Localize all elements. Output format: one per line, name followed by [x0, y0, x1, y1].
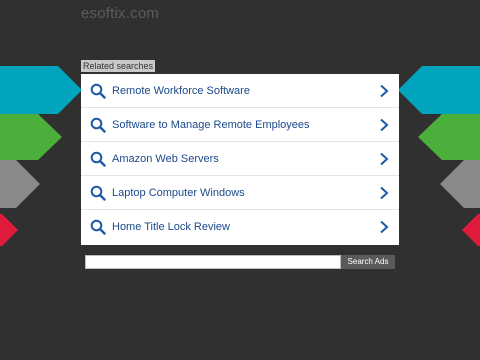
chevron-decoration-left-green — [0, 114, 62, 160]
chevron-decoration-left-gray — [0, 160, 40, 208]
chevron-right-icon — [380, 152, 389, 166]
search-icon — [90, 117, 106, 133]
related-searches-label: Related searches — [81, 60, 156, 72]
related-search-item[interactable]: Remote Workforce Software — [81, 74, 399, 108]
search-icon — [90, 185, 106, 201]
related-search-label: Software to Manage Remote Employees — [112, 119, 310, 131]
related-search-label: Laptop Computer Windows — [112, 187, 245, 199]
search-icon — [90, 83, 106, 99]
chevron-right-icon — [380, 84, 389, 98]
related-search-label: Remote Workforce Software — [112, 85, 250, 97]
chevron-right-icon — [380, 186, 389, 200]
search-input[interactable] — [85, 255, 341, 269]
site-logo: esoftix.com — [81, 5, 160, 22]
search-icon — [90, 219, 106, 235]
search-icon — [90, 151, 106, 167]
related-search-item[interactable]: Amazon Web Servers — [81, 142, 399, 176]
chevron-decoration-right-gray — [440, 160, 480, 208]
chevron-decoration-right-green — [418, 114, 480, 160]
chevron-right-icon — [380, 118, 389, 132]
chevron-decoration-left-cyan — [0, 66, 82, 114]
related-search-label: Amazon Web Servers — [112, 153, 219, 165]
search-ads-button[interactable]: Search Ads — [341, 255, 395, 269]
chevron-decoration-right-red — [462, 214, 480, 246]
chevron-decoration-right-cyan — [398, 66, 480, 114]
related-search-label: Home Title Lock Review — [112, 221, 230, 233]
related-search-item[interactable]: Home Title Lock Review — [81, 210, 399, 244]
related-search-item[interactable]: Software to Manage Remote Employees — [81, 108, 399, 142]
search-ads-bar: Search Ads — [85, 255, 395, 269]
chevron-right-icon — [380, 220, 389, 234]
chevron-decoration-left-red — [0, 214, 18, 246]
related-search-item[interactable]: Laptop Computer Windows — [81, 176, 399, 210]
related-searches-list: Remote Workforce Software Software to Ma… — [81, 74, 399, 245]
